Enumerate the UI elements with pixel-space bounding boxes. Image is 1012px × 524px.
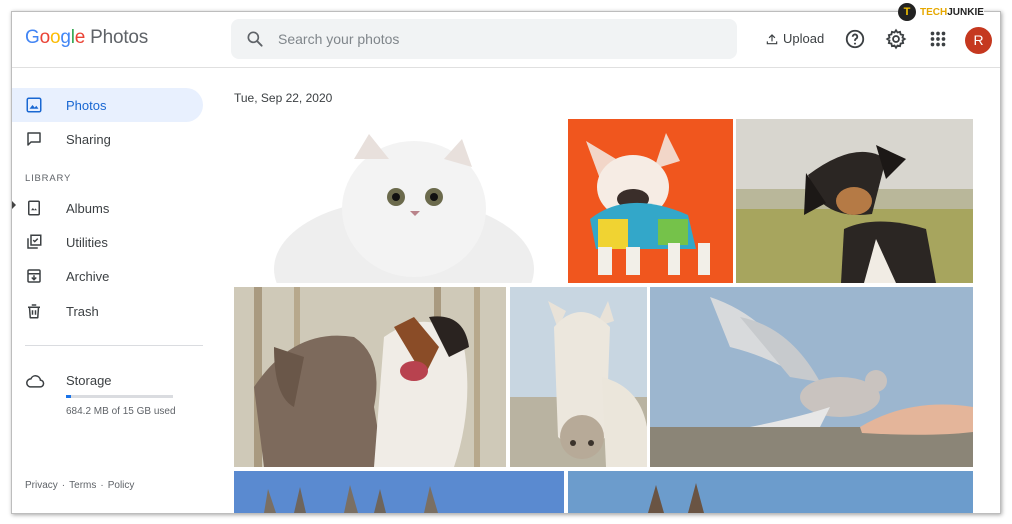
privacy-link[interactable]: Privacy (25, 480, 58, 491)
logo-letter: G (25, 27, 40, 48)
help-icon[interactable] (844, 28, 866, 50)
google-photos-logo[interactable]: Google Photos (25, 27, 148, 49)
utilities-icon (27, 234, 42, 249)
footer-links: Privacy · Terms · Policy (25, 480, 134, 491)
gear-icon[interactable] (885, 28, 907, 50)
sidebar: Photos Sharing LIBRARY Albums Utilities (12, 68, 217, 513)
photo-thumbnail-bulldog[interactable] (568, 119, 733, 283)
search-bar[interactable]: Search your photos (231, 19, 737, 59)
upload-label: Upload (783, 31, 825, 46)
archive-icon (27, 269, 41, 283)
photo-thumbnail-two-dogs[interactable] (234, 287, 506, 467)
photo-grid-area: Tue, Sep 22, 2020 (218, 68, 1000, 513)
sidebar-item-label: Trash (66, 304, 99, 319)
storage-progress-bar (66, 395, 173, 398)
sidebar-item-label: Albums (66, 201, 110, 216)
avatar[interactable]: R (965, 27, 992, 54)
logo-letter: g (60, 27, 71, 48)
techjunkie-watermark: T TECHJUNKIE (898, 3, 984, 21)
sidebar-item-archive[interactable]: Archive (12, 259, 203, 293)
chat-icon (27, 132, 41, 146)
photo-thumbnail-cat[interactable] (234, 119, 564, 283)
watermark-text: TECHJUNKIE (920, 7, 984, 18)
sidebar-item-label: Utilities (66, 235, 108, 250)
logo-letter: o (39, 27, 51, 48)
policy-link[interactable]: Policy (108, 480, 135, 491)
app-window: GooglePhotos Search your photos Upload (11, 11, 1001, 514)
apps-grid-icon[interactable] (927, 28, 949, 50)
sidebar-item-photos[interactable]: Photos (12, 88, 203, 122)
top-bar: GooglePhotos Search your photos Upload (12, 12, 1000, 68)
photo-thumbnail-giraffe[interactable] (568, 471, 973, 513)
logo-letter: e (74, 27, 86, 48)
sidebar-item-utilities[interactable]: Utilities (12, 225, 203, 259)
library-heading: LIBRARY (25, 173, 72, 184)
sidebar-item-label: Photos (66, 98, 107, 113)
trash-icon (28, 304, 40, 319)
sidebar-item-trash[interactable]: Trash (12, 294, 203, 328)
footer-separator: · (100, 480, 104, 491)
sidebar-item-label: Sharing (66, 132, 111, 147)
photo-thumbnail-dove[interactable] (650, 287, 973, 467)
cloud-icon (26, 375, 45, 388)
sidebar-divider (25, 345, 203, 346)
watermark-tech: TECH (920, 6, 948, 18)
logo-letter: o (49, 27, 61, 48)
sidebar-item-albums[interactable]: Albums (12, 191, 203, 225)
storage-progress-fill (66, 395, 71, 398)
terms-link[interactable]: Terms (69, 480, 96, 491)
photo-thumbnail-horse[interactable] (510, 287, 647, 467)
upload-icon (766, 33, 778, 44)
search-icon[interactable] (245, 29, 265, 49)
sidebar-item-sharing[interactable]: Sharing (12, 122, 203, 156)
storage-used-text: 684.2 MB of 15 GB used (66, 406, 176, 417)
techjunkie-logo-icon: T (898, 3, 916, 21)
photo-thumbnail-donkeys[interactable] (234, 471, 564, 513)
date-heading: Tue, Sep 22, 2020 (234, 91, 333, 105)
storage-label[interactable]: Storage (66, 373, 112, 388)
search-input[interactable]: Search your photos (278, 31, 399, 47)
sidebar-item-label: Archive (66, 269, 110, 284)
photo-icon (26, 97, 42, 113)
album-icon (28, 200, 40, 216)
product-name: Photos (90, 27, 149, 48)
photo-thumbnail-dog-field[interactable] (736, 119, 973, 283)
watermark-junkie: JUNKIE (947, 6, 984, 18)
footer-separator: · (61, 480, 66, 491)
upload-button[interactable]: Upload (765, 31, 824, 46)
